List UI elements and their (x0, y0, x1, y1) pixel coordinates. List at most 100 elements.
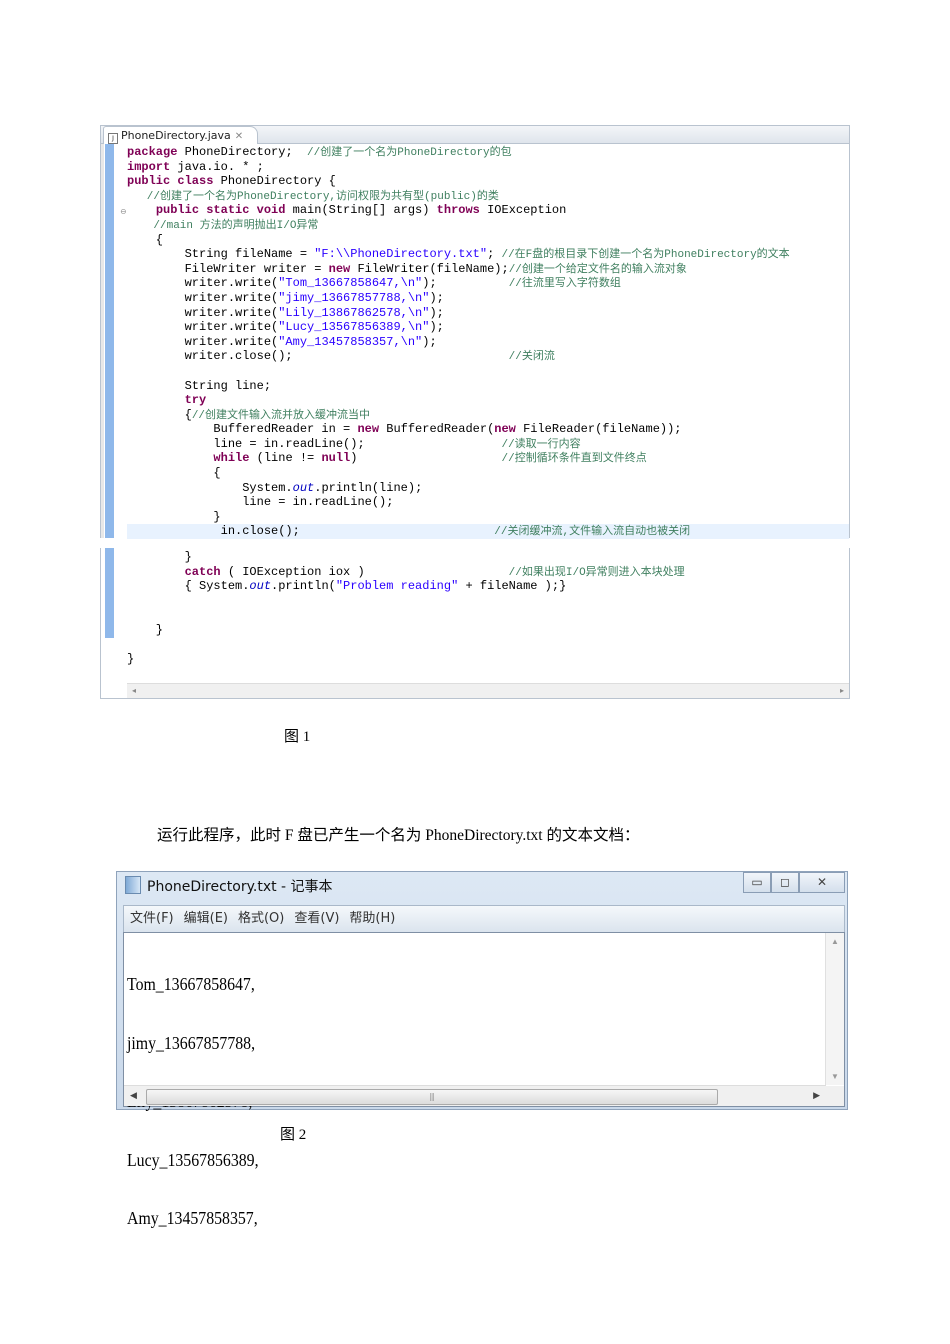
text-line: Tom_13667858647, (127, 974, 255, 994)
code-line: writer.write("jimy_13667857788,\n"); (127, 291, 849, 306)
code-line: public static void main(String[] args) t… (127, 203, 849, 218)
keyword: try (184, 393, 207, 408)
keyword: new (357, 422, 380, 437)
editor-tab-bar: J PhoneDirectory.java ✕ (101, 126, 849, 144)
code-block-part2[interactable]: } catch ( IOException iox ) //如果出现I/O异常则… (127, 550, 849, 667)
code-line: try (127, 393, 849, 408)
code-comment: //控制循环条件直到文件终点 (501, 453, 647, 466)
code-line: } (127, 550, 849, 565)
code-line: writer.write("Amy_13457858357,\n"); (127, 335, 849, 350)
menu-edit[interactable]: 编辑(E) (184, 911, 228, 926)
code-text: .println(line); (314, 480, 423, 495)
code-text: ); (429, 320, 444, 335)
code-text: ); (429, 290, 444, 305)
code-line: writer.write("Lily_13867862578,\n"); (127, 306, 849, 321)
code-line: //创建了一个名为PhoneDirectory,访问权限为共有型(public)… (127, 189, 849, 204)
code-line: } (127, 623, 849, 638)
editor-tab[interactable]: J PhoneDirectory.java ✕ (103, 126, 259, 144)
code-line: BufferedReader in = new BufferedReader(n… (127, 422, 849, 437)
code-text: line = in.readLine(); (127, 436, 502, 451)
code-comment: //创建文件输入流并放入缓冲流当中 (191, 409, 371, 422)
scroll-right-icon[interactable]: ▸ (840, 686, 844, 695)
text-area[interactable]: Tom_13667858647, jimy_13667857788, Lily_… (123, 932, 845, 1228)
code-text: { System. (127, 579, 250, 594)
close-tab-icon[interactable]: ✕ (235, 131, 243, 142)
field-ref: out (292, 480, 315, 495)
menu-bar: 文件(F) 编辑(E) 格式(O) 查看(V) 帮助(H) (123, 905, 845, 933)
minimize-button[interactable]: ▭ (743, 872, 771, 893)
code-text: java.io. * ; (170, 159, 264, 174)
window-title: PhoneDirectory.txt - 记事本 (147, 879, 333, 895)
code-comment: //关闭缓冲流,文件输入流自动也被关闭 (494, 526, 691, 539)
menu-format[interactable]: 格式(O) (238, 911, 284, 926)
code-text: } (127, 550, 192, 564)
code-line: public class PhoneDirectory { (127, 174, 849, 189)
code-line: } (127, 510, 849, 525)
text-line: Amy_13457858357, (127, 1208, 258, 1228)
code-line: writer.close(); //关闭流 (127, 349, 849, 364)
code-editor-continued: } catch ( IOException iox ) //如果出现I/O异常则… (100, 548, 850, 699)
scroll-left-icon[interactable]: ◂ (132, 686, 136, 695)
code-comment: //在F盘的根目录下创建一个名为PhoneDirectory的文本 (501, 249, 790, 262)
code-comment: //读取一行内容 (501, 438, 581, 451)
code-text: String fileName = (127, 247, 315, 262)
code-comment: //关闭流 (508, 351, 555, 364)
code-line: in.close(); //关闭缓冲流,文件输入流自动也被关闭 (127, 524, 849, 540)
keyword: new (328, 261, 351, 276)
fold-collapse-icon[interactable]: ⊖ (120, 207, 127, 216)
code-text: PhoneDirectory { (213, 174, 336, 189)
keyword: package (127, 145, 178, 159)
code-text: BufferedReader( (379, 422, 495, 437)
text-line: jimy_13667857788, (127, 1032, 256, 1053)
code-text: ); (429, 305, 444, 320)
horizontal-scrollbar[interactable]: ◀ ||| ▶ (124, 1085, 826, 1106)
code-comment: //main 方法的声明抛出I/O异常 (127, 219, 319, 232)
code-text: ; (487, 247, 502, 262)
keyword: new (494, 422, 516, 437)
scroll-up-icon[interactable]: ▲ (826, 937, 844, 946)
string-literal: "jimy_13667857788,\n" (278, 290, 430, 305)
code-text: PhoneDirectory; (177, 145, 308, 159)
code-text: ); (422, 276, 509, 291)
notepad-window: PhoneDirectory.txt - 记事本 ▭ ◻ ✕ 文件(F) 编辑(E… (116, 871, 848, 1228)
code-comment: //创建了一个名为PhoneDirectory的包 (307, 147, 512, 159)
figure-caption-2: 图 2 (280, 1127, 307, 1143)
scroll-right-icon[interactable]: ▶ (813, 1090, 820, 1101)
vertical-scrollbar[interactable]: ▲ ▼ (825, 933, 844, 1085)
code-text: } (127, 622, 164, 637)
field-ref: out (249, 579, 272, 594)
scroll-left-icon[interactable]: ◀ (130, 1090, 137, 1101)
menu-help[interactable]: 帮助(H) (349, 911, 395, 926)
code-block-part1[interactable]: package PhoneDirectory; //创建了一个名为PhoneDi… (127, 145, 849, 540)
maximize-button[interactable]: ◻ (771, 872, 799, 893)
code-line: { (127, 233, 849, 248)
keyword: catch (184, 564, 221, 579)
code-line: writer.write("Lucy_13567856389,\n"); (127, 320, 849, 335)
code-comment: //创建了一个名为PhoneDirectory,访问权限为共有型(public)… (127, 190, 499, 203)
code-text: in.close(); (127, 524, 495, 539)
code-text: .println( (271, 579, 336, 594)
close-button[interactable]: ✕ (799, 872, 845, 893)
code-line: String line; (127, 379, 849, 394)
resize-grip-icon[interactable] (826, 1086, 844, 1106)
menu-view[interactable]: 查看(V) (294, 911, 339, 926)
code-text: ) (350, 451, 502, 466)
code-text: writer.write( (127, 320, 279, 335)
code-line: { System.out.println("Problem reading" +… (127, 579, 849, 594)
horizontal-scrollbar[interactable]: ◂ ▸ (127, 683, 849, 698)
string-literal: "Lucy_13567856389,\n" (278, 320, 430, 335)
code-comment: //如果出现I/O异常则进入本块处理 (508, 566, 685, 579)
code-line: { (127, 466, 849, 481)
code-text: } (127, 509, 221, 524)
code-line: FileWriter writer = new FileWriter(fileN… (127, 262, 849, 277)
menu-file[interactable]: 文件(F) (130, 911, 174, 926)
scroll-down-icon[interactable]: ▼ (826, 1072, 844, 1081)
string-literal: "Tom_13667858647,\n" (278, 276, 423, 291)
code-text: writer.write( (127, 305, 279, 320)
change-ruler (105, 548, 114, 638)
scroll-thumb[interactable]: ||| (146, 1089, 718, 1105)
